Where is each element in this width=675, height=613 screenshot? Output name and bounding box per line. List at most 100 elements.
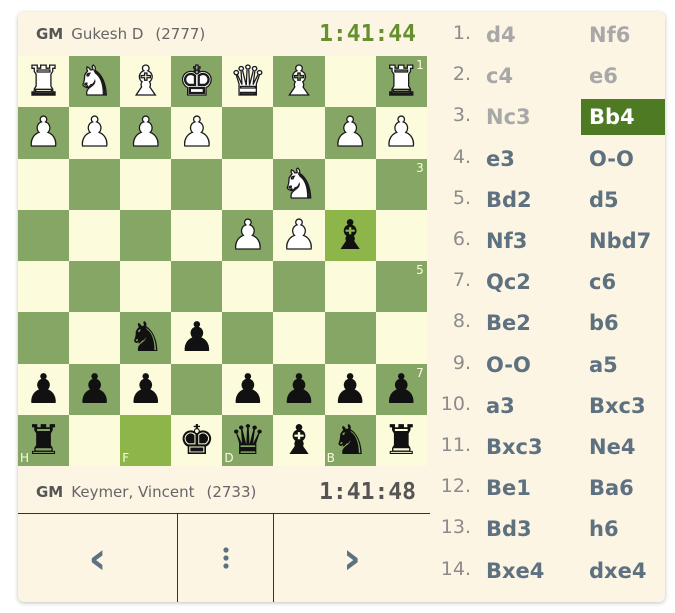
black-move[interactable]: O-O — [581, 141, 665, 177]
board-square[interactable]: 3 — [375, 158, 427, 210]
board-square[interactable] — [18, 158, 70, 210]
board-square[interactable]: ♟ — [120, 107, 172, 159]
black-move[interactable]: h6 — [581, 511, 665, 547]
black-pawn-piece[interactable]: ♟ — [178, 317, 215, 358]
black-pawn-piece[interactable]: ♟ — [332, 368, 369, 410]
white-move[interactable]: Bxc3 — [486, 429, 543, 465]
board-square[interactable]: ♟ — [120, 363, 172, 415]
black-queen-piece[interactable]: ♛ — [230, 419, 267, 461]
black-king-piece[interactable]: ♚ — [178, 419, 215, 461]
black-pawn-piece[interactable]: ♟ — [281, 368, 318, 410]
board-square[interactable] — [324, 312, 376, 364]
board-square[interactable] — [171, 363, 223, 415]
board-square[interactable] — [18, 261, 70, 313]
white-pawn-piece[interactable]: ♟ — [382, 111, 420, 153]
board-square[interactable]: ♟ — [273, 209, 325, 261]
black-pawn-piece[interactable]: ♟ — [76, 368, 113, 410]
white-move[interactable]: Nc3 — [486, 99, 531, 135]
board-square[interactable]: F — [120, 414, 172, 466]
board-square[interactable] — [69, 209, 121, 261]
black-move[interactable]: Nbd7 — [581, 223, 665, 259]
black-pawn-piece[interactable]: ♟ — [127, 368, 164, 410]
board-square[interactable]: ♟ — [222, 363, 274, 415]
board-square[interactable]: ♜ — [375, 414, 427, 466]
board-square[interactable]: ♟ — [18, 107, 70, 159]
black-bishop-piece[interactable]: ♝ — [332, 214, 369, 256]
board-square[interactable]: ♟ — [18, 363, 70, 415]
board-square[interactable]: ♞ — [120, 312, 172, 364]
white-move[interactable]: Be2 — [486, 305, 531, 341]
black-move[interactable]: b6 — [581, 305, 665, 341]
previous-move-button[interactable]: ‹ — [18, 514, 177, 602]
black-pawn-piece[interactable]: ♟ — [25, 368, 62, 410]
white-bishop-piece[interactable]: ♝ — [127, 60, 165, 102]
board-square[interactable]: ♟ — [324, 107, 376, 159]
board-square[interactable] — [69, 414, 121, 466]
board-square[interactable]: 1 ♜ — [375, 56, 427, 108]
board-square[interactable]: ♜ — [18, 56, 70, 108]
board-square[interactable] — [222, 312, 274, 364]
white-pawn-piece[interactable]: ♟ — [127, 111, 165, 153]
board-square[interactable]: ♝ — [120, 56, 172, 108]
black-move[interactable]: c6 — [581, 264, 665, 300]
board-square[interactable]: 5 — [375, 261, 427, 313]
black-move[interactable]: d5 — [581, 182, 665, 218]
board-square[interactable]: ♟ — [171, 107, 223, 159]
black-move[interactable]: a5 — [581, 347, 665, 383]
board-square[interactable]: ♝ — [273, 56, 325, 108]
white-move[interactable]: Bxe4 — [486, 553, 544, 589]
board-square[interactable] — [69, 312, 121, 364]
board-square[interactable] — [18, 209, 70, 261]
board-square[interactable]: ♟ — [171, 312, 223, 364]
chess-board[interactable]: ♜ ♞ ♝ ♚ ♛ ♝ 1 ♜ ♟ ♟ ♟ ♟ ♟ ♟ ♞ 3 ♟ ♟ ♝ 5 ♞ ♟ ♟ ♟ ♟ ♟ ♟ ♟ 7 ♟ H ♜ F ♚ D ♛ ♝ B ♞ ♜ — [18, 56, 427, 466]
board-square[interactable]: ♟ — [222, 209, 274, 261]
board-square[interactable]: ♞ — [69, 56, 121, 108]
board-square[interactable]: D ♛ — [222, 414, 274, 466]
board-square[interactable] — [273, 261, 325, 313]
white-rook-piece[interactable]: ♜ — [25, 60, 63, 102]
board-square[interactable]: 7 ♟ — [375, 363, 427, 415]
white-move[interactable]: O-O — [486, 347, 531, 383]
white-move[interactable]: Qc2 — [486, 264, 531, 300]
board-square[interactable] — [120, 209, 172, 261]
board-square[interactable]: ♚ — [171, 56, 223, 108]
board-square[interactable] — [69, 158, 121, 210]
white-move[interactable]: Bd3 — [486, 511, 532, 547]
white-move[interactable]: e3 — [486, 141, 515, 177]
board-square[interactable] — [171, 158, 223, 210]
black-move[interactable]: dxe4 — [581, 553, 665, 589]
board-square[interactable]: ♝ — [273, 414, 325, 466]
white-pawn-piece[interactable]: ♟ — [331, 111, 369, 153]
board-square[interactable] — [324, 56, 376, 108]
board-square[interactable] — [222, 261, 274, 313]
black-rook-piece[interactable]: ♜ — [25, 419, 62, 461]
black-move[interactable]: Bxc3 — [581, 388, 665, 424]
board-square[interactable]: ♝ — [324, 209, 376, 261]
white-rook-piece[interactable]: ♜ — [382, 60, 420, 102]
board-square[interactable] — [324, 158, 376, 210]
board-square[interactable] — [375, 312, 427, 364]
white-move[interactable]: a3 — [486, 388, 515, 424]
board-square[interactable] — [171, 209, 223, 261]
white-move[interactable]: c4 — [486, 58, 513, 94]
white-pawn-piece[interactable]: ♟ — [25, 111, 63, 153]
next-move-button[interactable]: › — [273, 514, 430, 602]
board-square[interactable] — [273, 312, 325, 364]
white-move[interactable]: d4 — [486, 17, 516, 53]
white-pawn-piece[interactable]: ♟ — [280, 214, 318, 256]
black-pawn-piece[interactable]: ♟ — [383, 368, 420, 410]
white-pawn-piece[interactable]: ♟ — [229, 214, 267, 256]
board-square[interactable] — [375, 209, 427, 261]
board-square[interactable]: ♟ — [324, 363, 376, 415]
white-bishop-piece[interactable]: ♝ — [280, 60, 318, 102]
board-square[interactable]: ♞ — [273, 158, 325, 210]
board-square[interactable] — [222, 107, 274, 159]
black-pawn-piece[interactable]: ♟ — [230, 368, 267, 410]
black-move[interactable]: Ba6 — [581, 470, 665, 506]
board-square[interactable] — [120, 261, 172, 313]
board-square[interactable] — [120, 158, 172, 210]
board-square[interactable]: ♟ — [273, 363, 325, 415]
black-move[interactable]: e6 — [581, 58, 665, 94]
white-knight-piece[interactable]: ♞ — [76, 60, 114, 102]
board-square[interactable]: ♟ — [69, 363, 121, 415]
